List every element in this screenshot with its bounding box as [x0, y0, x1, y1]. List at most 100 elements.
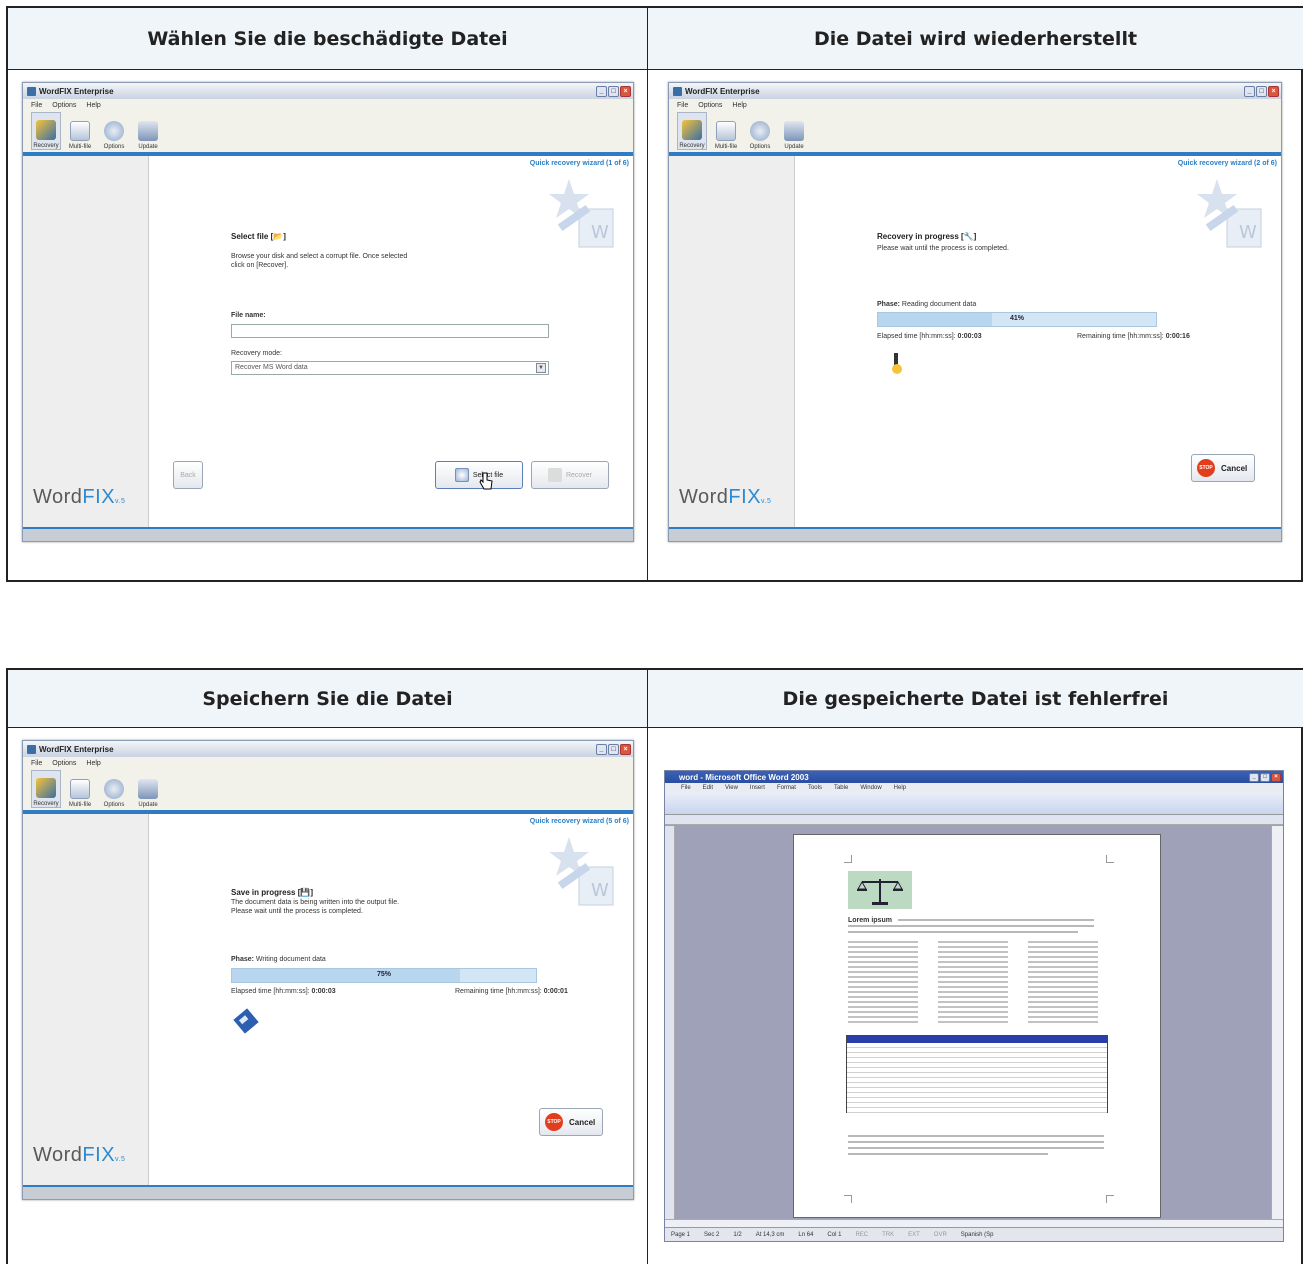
word-menu-view[interactable]: View	[725, 785, 738, 791]
menu-help[interactable]: Help	[732, 102, 746, 109]
wordfix-logo: WordFIXv.5	[679, 486, 772, 508]
elapsed-time: Elapsed time [hh:mm:ss]: 0:00:03	[231, 988, 336, 995]
recovery-mode-select[interactable]: Recover MS Word data ▼	[231, 361, 549, 375]
cancel-button[interactable]: STOP Cancel	[539, 1108, 603, 1136]
wizard-pane: Quick recovery wizard (5 of 6) W Save in…	[149, 814, 633, 1185]
update-icon	[784, 121, 804, 141]
maximize-icon[interactable]: □	[608, 743, 619, 755]
maximize-icon[interactable]: □	[1260, 772, 1270, 782]
word-menu-help[interactable]: Help	[894, 785, 906, 791]
progress-percent: 41%	[1009, 315, 1024, 322]
horizontal-ruler	[665, 815, 1283, 825]
close-icon[interactable]: ×	[1268, 85, 1279, 97]
toolbar-options[interactable]: Options	[99, 770, 129, 808]
text-column-3	[1028, 941, 1098, 1026]
close-icon[interactable]: ×	[1271, 772, 1281, 782]
wordfix-logo: WordFIXv.5	[33, 486, 126, 508]
word-title-bar: word - Microsoft Office Word 2003 _ □ ×	[665, 771, 1283, 783]
menu-file[interactable]: File	[31, 760, 42, 767]
toolbar: Recovery Multi-file Options Update	[23, 112, 633, 152]
gear-icon	[104, 779, 124, 799]
step-description: Browse your disk and select a corrupt fi…	[231, 253, 408, 269]
wizard-pane: Quick recovery wizard (1 of 6) W Select …	[149, 156, 633, 527]
svg-text:W: W	[591, 880, 609, 901]
text-column-1	[848, 941, 918, 1026]
step-title: Select file [📂]	[231, 232, 286, 241]
menu-options[interactable]: Options	[52, 760, 76, 767]
wordfix-window-save: WordFIX Enterprise _ □ × File Options Help…	[22, 740, 634, 1200]
folder-icon: [📂]	[270, 232, 286, 241]
word-menu-format[interactable]: Format	[777, 785, 796, 791]
close-icon[interactable]: ×	[620, 85, 631, 97]
recover-button[interactable]: Recover	[531, 461, 609, 489]
wizard-step: Quick recovery wizard (5 of 6)	[529, 818, 629, 825]
menu-help[interactable]: Help	[86, 102, 100, 109]
toolbar-recovery[interactable]: Recovery	[31, 770, 61, 808]
toolbar-recovery[interactable]: Recovery	[677, 112, 707, 150]
menu-file[interactable]: File	[677, 102, 688, 109]
step-title: Recovery in progress [🔧]	[877, 232, 977, 241]
header-step2: Die Datei wird wiederherstellt	[648, 8, 1303, 70]
minimize-icon[interactable]: _	[1249, 772, 1259, 782]
save-small-icon: [💾]	[297, 888, 314, 897]
wordfix-window-select: WordFIX Enterprise _ □ × File Options Help…	[22, 82, 634, 542]
header-step3: Speichern Sie die Datei	[8, 670, 648, 728]
menu-bar: File Options Help	[23, 99, 633, 112]
hand-cursor-icon	[479, 472, 493, 490]
toolbar-update[interactable]: Update	[133, 770, 163, 808]
menu-help[interactable]: Help	[86, 760, 100, 767]
step-description: Please wait until the process is complet…	[877, 245, 1009, 252]
word-menu-bar: File Edit View Insert Format Tools Table…	[665, 783, 1283, 793]
text-column-2	[938, 941, 1008, 1026]
remaining-time: Remaining time [hh:mm:ss]: 0:00:01	[455, 988, 568, 995]
maximize-icon[interactable]: □	[608, 85, 619, 97]
window-title: WordFIX Enterprise	[685, 86, 760, 96]
minimize-icon[interactable]: _	[1244, 85, 1255, 97]
back-button[interactable]: Back	[173, 461, 203, 489]
wrench-animation-icon	[892, 353, 902, 374]
horizontal-scrollbar[interactable]	[665, 1219, 1283, 1227]
recovery-icon	[36, 120, 56, 140]
wordfix-window-recovery: WordFIX Enterprise _ □ × File Options Help…	[668, 82, 1282, 542]
progress-bar: 41%	[877, 312, 1157, 327]
word-menu-file[interactable]: File	[681, 785, 691, 791]
toolbar-recovery[interactable]: Recovery	[31, 112, 61, 150]
toolbar-update[interactable]: Update	[779, 112, 809, 150]
word-toolbar[interactable]	[665, 793, 1283, 815]
chevron-down-icon[interactable]: ▼	[536, 363, 546, 373]
cancel-button[interactable]: STOP Cancel	[1191, 454, 1255, 482]
stop-icon: STOP	[545, 1113, 563, 1131]
minimize-icon[interactable]: _	[596, 85, 607, 97]
document-heading: Lorem ipsum	[848, 917, 892, 924]
word-menu-table[interactable]: Table	[834, 785, 848, 791]
toolbar-multifile[interactable]: Multi-file	[711, 112, 741, 150]
toolbar-multifile[interactable]: Multi-file	[65, 770, 95, 808]
word-status-bar: Page 1 Sec 2 1/2 At 14,3 cm Ln 64 Col 1 …	[665, 1227, 1283, 1241]
toolbar-update[interactable]: Update	[133, 112, 163, 150]
menu-options[interactable]: Options	[52, 102, 76, 109]
word-menu-insert[interactable]: Insert	[750, 785, 765, 791]
wizard-pane: Quick recovery wizard (2 of 6) W Recover…	[795, 156, 1281, 527]
file-name-label: File name:	[231, 312, 266, 319]
toolbar-options[interactable]: Options	[99, 112, 129, 150]
close-icon[interactable]: ×	[620, 743, 631, 755]
scales-of-justice-icon	[848, 871, 912, 909]
vertical-scrollbar[interactable]	[1271, 826, 1283, 1219]
maximize-icon[interactable]: □	[1256, 85, 1267, 97]
toolbar-options[interactable]: Options	[745, 112, 775, 150]
header-step1: Wählen Sie die beschädigte Datei	[8, 8, 648, 70]
left-pane: WordFIXv.5	[669, 156, 795, 527]
word-menu-edit[interactable]: Edit	[703, 785, 713, 791]
menu-options[interactable]: Options	[698, 102, 722, 109]
recovery-icon	[36, 778, 56, 798]
word-menu-tools[interactable]: Tools	[808, 785, 822, 791]
multifile-icon	[716, 121, 736, 141]
menu-file[interactable]: File	[31, 102, 42, 109]
word-menu-window[interactable]: Window	[860, 785, 881, 791]
toolbar-multifile[interactable]: Multi-file	[65, 112, 95, 150]
app-icon	[673, 86, 682, 96]
file-name-input[interactable]	[231, 324, 549, 338]
title-bar: WordFIX Enterprise _ □ ×	[23, 83, 633, 99]
minimize-icon[interactable]: _	[596, 743, 607, 755]
wizard-decoration-icon: W	[1197, 179, 1262, 248]
